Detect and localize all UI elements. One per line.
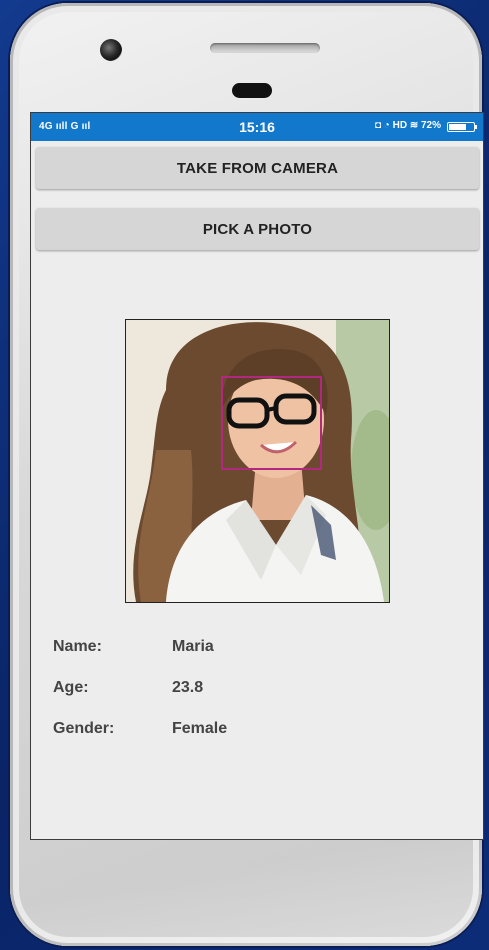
gender-label: Gender: <box>53 720 115 737</box>
speaker-grill <box>210 43 320 53</box>
take-from-camera-button[interactable]: TAKE FROM CAMERA <box>36 147 479 189</box>
name-value: Maria <box>172 638 214 655</box>
app-screen: 4G ııll G ııl 15:16 ◘ ◔ HD ≋ 72% TAKE FR… <box>30 112 484 840</box>
pick-a-photo-button[interactable]: PICK A PHOTO <box>36 208 479 250</box>
age-value: 23.8 <box>172 679 204 696</box>
battery-icon <box>447 122 477 132</box>
status-indicators: ◘ ◔ HD ≋ 72% <box>374 120 441 131</box>
status-bar: 4G ııll G ııl 15:16 ◘ ◔ HD ≋ 72% <box>31 113 483 141</box>
face-detection-box <box>221 376 322 470</box>
age-label: Age: <box>53 679 89 696</box>
gender-value: Female <box>172 720 228 737</box>
name-label: Name: <box>53 638 102 655</box>
earpiece-icon <box>232 83 272 98</box>
front-camera-icon <box>100 39 122 61</box>
portrait-photo <box>125 319 390 603</box>
